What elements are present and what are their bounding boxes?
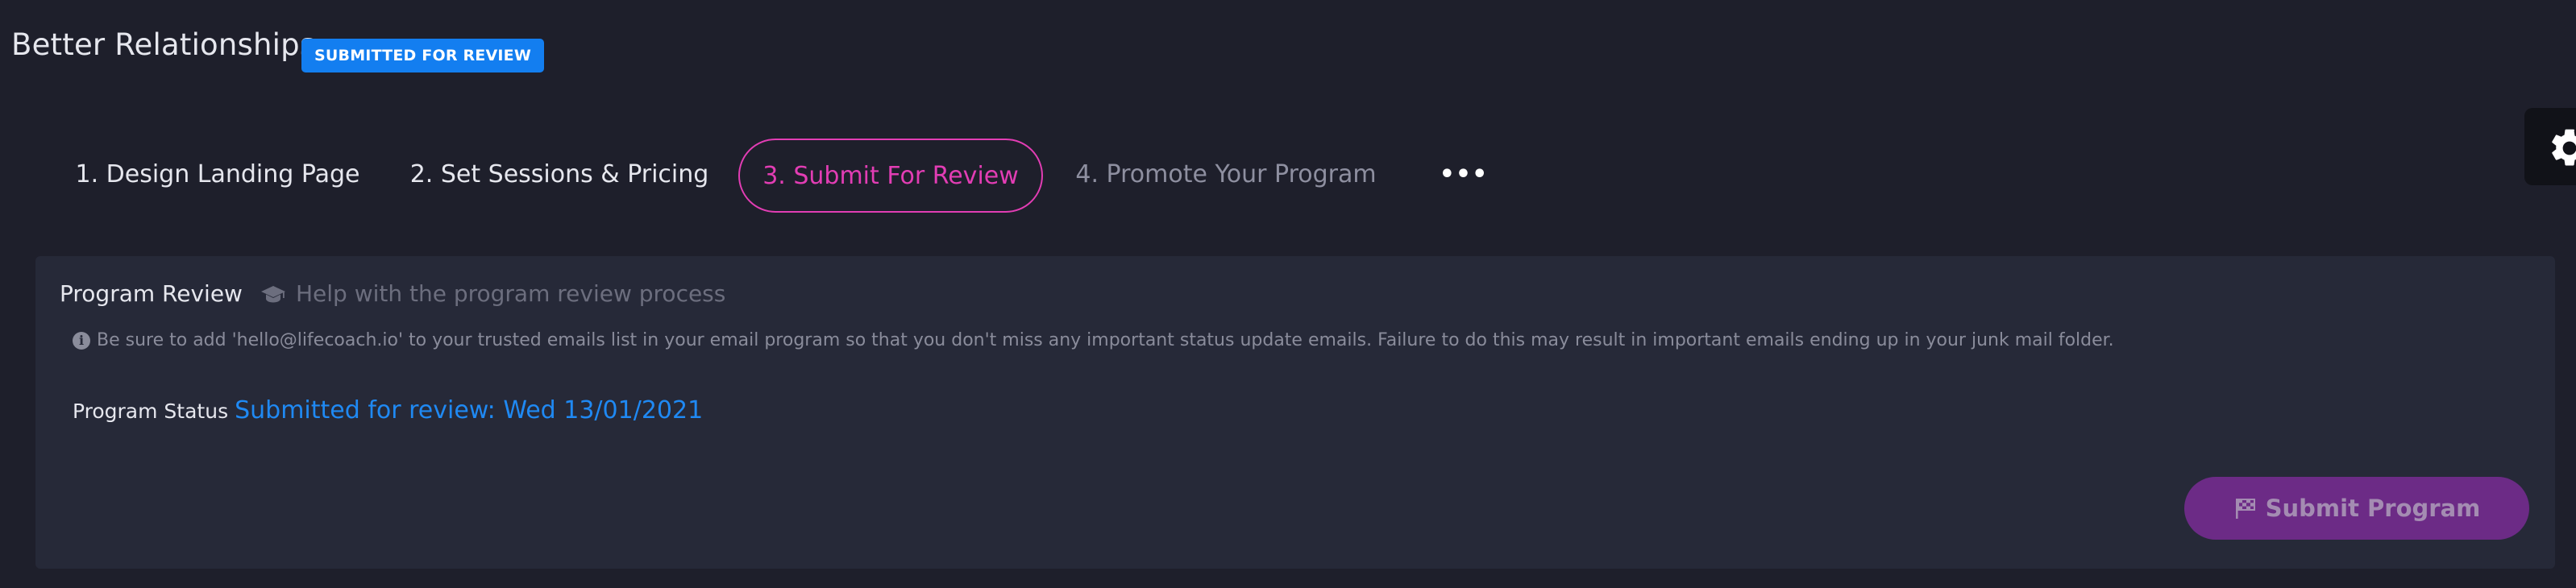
status-value: Submitted for review: Wed 13/01/2021 [235, 396, 704, 424]
info-icon: i [73, 331, 90, 350]
panel-title: Program Review [60, 280, 243, 307]
tab-set-sessions-pricing[interactable]: 2. Set Sessions & Pricing [410, 139, 709, 209]
trusted-email-notice: i Be sure to add 'hello@lifecoach.io' to… [73, 330, 2114, 350]
tab-design-landing-page[interactable]: 1. Design Landing Page [73, 139, 363, 209]
step-tabs: 1. Design Landing Page 2. Set Sessions &… [0, 139, 1531, 213]
program-review-panel: Program Review Help with the program rev… [35, 256, 2555, 569]
settings-side-tab[interactable] [2524, 108, 2576, 185]
submit-button-label: Submit Program [2265, 495, 2481, 522]
tab-submit-for-review[interactable]: 3. Submit For Review [738, 139, 1043, 213]
page-title: Better Relationships [11, 27, 316, 62]
flag-checkered-icon [2235, 499, 2255, 519]
status-label: Program Status [73, 400, 229, 423]
gear-icon [2552, 129, 2576, 166]
more-tabs-button[interactable]: ••• [1433, 139, 1494, 209]
page: Better Relationships SUBMITTED FOR REVIE… [0, 0, 2576, 588]
submit-program-button[interactable]: Submit Program [2184, 477, 2529, 540]
help-link[interactable]: Help with the program review process [260, 280, 725, 307]
notice-text: Be sure to add 'hello@lifecoach.io' to y… [97, 330, 2114, 350]
program-status: Program Status Submitted for review: Wed… [73, 396, 703, 424]
panel-header: Program Review Help with the program rev… [60, 280, 725, 307]
help-text: Help with the program review process [295, 280, 726, 307]
graduation-cap-icon [260, 285, 285, 302]
tab-promote-your-program[interactable]: 4. Promote Your Program [1069, 139, 1383, 209]
status-badge: SUBMITTED FOR REVIEW [301, 39, 544, 72]
